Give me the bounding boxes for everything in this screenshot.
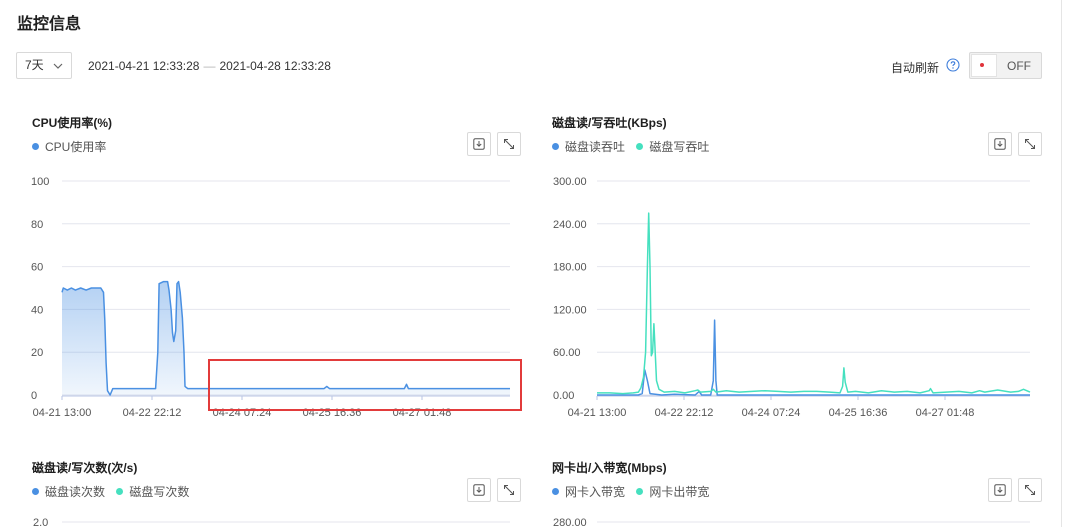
- y-tick-label: 2.0: [33, 517, 48, 527]
- y-tick-label: 60: [31, 262, 43, 274]
- panel-title: 磁盘读/写次数(次/s): [32, 461, 138, 475]
- fullscreen-button[interactable]: [497, 478, 521, 502]
- download-icon: [473, 484, 485, 496]
- chevron-down-icon: [53, 63, 63, 69]
- legend-dot: [116, 488, 124, 495]
- time-range-end: 2021-04-28 12:33:28: [219, 59, 331, 73]
- expand-icon: [1025, 139, 1035, 149]
- legend-dot: [32, 488, 39, 495]
- x-tick-label: 04-25 16:36: [829, 407, 888, 419]
- legend-item[interactable]: 网卡入带宽: [552, 483, 625, 500]
- download-icon: [473, 138, 485, 150]
- toggle-state-label: OFF: [1007, 59, 1031, 73]
- y-tick-label: 40: [31, 304, 43, 316]
- download-button[interactable]: [988, 132, 1012, 156]
- legend-dot: [636, 143, 644, 150]
- expand-icon: [1025, 485, 1035, 495]
- fullscreen-button[interactable]: [497, 132, 521, 156]
- chart-legend: 磁盘读次数 磁盘写次数: [32, 483, 197, 500]
- y-tick-label: 0.00: [553, 390, 574, 402]
- panel-title: CPU使用率(%): [32, 116, 112, 130]
- download-button[interactable]: [467, 132, 491, 156]
- panel-title: 磁盘读/写吞吐(KBps): [552, 116, 667, 130]
- time-range-select[interactable]: 7天: [16, 52, 72, 79]
- download-icon: [994, 138, 1006, 150]
- y-tick-label: 180.00: [553, 262, 587, 274]
- y-tick-label: 280.00: [553, 517, 587, 527]
- y-tick-label: 80: [31, 219, 43, 231]
- disk-iops-chart: 2.0: [33, 517, 510, 527]
- x-tick-label: 04-27 01:48: [916, 407, 975, 419]
- chart-legend: 网卡入带宽 网卡出带宽: [552, 483, 717, 500]
- x-tick-label: 04-21 13:00: [33, 407, 92, 419]
- legend-label: 磁盘写吞吐: [649, 140, 710, 154]
- legend-label: 磁盘读吞吐: [565, 140, 626, 154]
- chart-legend: 磁盘读吞吐 磁盘写吞吐: [552, 138, 717, 155]
- chart-legend: CPU使用率: [32, 138, 114, 155]
- legend-item[interactable]: 磁盘写次数: [116, 483, 189, 500]
- download-button[interactable]: [467, 478, 491, 502]
- legend-item[interactable]: 磁盘读次数: [32, 483, 105, 500]
- legend-label: 网卡出带宽: [649, 485, 710, 499]
- legend-label: 磁盘写次数: [129, 485, 190, 499]
- legend-item[interactable]: 磁盘写吞吐: [636, 138, 709, 155]
- y-tick-label: 0: [31, 390, 37, 402]
- highlight-annotation-box: [208, 359, 522, 411]
- help-icon[interactable]: [946, 58, 960, 72]
- legend-item[interactable]: CPU使用率: [32, 138, 106, 155]
- y-tick-label: 20: [31, 347, 43, 359]
- legend-item[interactable]: 磁盘读吞吐: [552, 138, 625, 155]
- expand-icon: [504, 139, 514, 149]
- legend-label: 网卡入带宽: [565, 485, 626, 499]
- legend-dot: [32, 143, 39, 150]
- legend-dot: [552, 488, 559, 495]
- y-tick-label: 120.00: [553, 304, 587, 316]
- legend-label: 磁盘读次数: [45, 485, 106, 499]
- series-line-primary: [597, 319, 1030, 396]
- expand-icon: [504, 485, 514, 495]
- y-tick-label: 240.00: [553, 219, 587, 231]
- download-button[interactable]: [988, 478, 1012, 502]
- series-line-secondary: [597, 212, 1031, 395]
- y-tick-label: 300.00: [553, 176, 587, 188]
- page-right-border: [1061, 0, 1062, 527]
- time-range-text: 2021-04-21 12:33:28—2021-04-28 12:33:28: [88, 59, 331, 73]
- x-tick-label: 04-21 13:00: [568, 407, 627, 419]
- x-tick-label: 04-24 07:24: [742, 407, 801, 419]
- legend-dot: [636, 488, 644, 495]
- page-title: 监控信息: [17, 16, 82, 33]
- auto-refresh-label: 自动刷新: [891, 61, 940, 75]
- panel-title: 网卡出/入带宽(Mbps): [552, 461, 667, 475]
- legend-dot: [552, 143, 559, 150]
- fullscreen-button[interactable]: [1018, 132, 1042, 156]
- fullscreen-button[interactable]: [1018, 478, 1042, 502]
- nic-bandwidth-chart: 280.00: [553, 517, 1030, 527]
- disk-throughput-chart: 300.00 240.00 180.00 120.00 60.00 0.00 04-21 1…: [553, 176, 1031, 419]
- time-range-select-value: 7天: [25, 58, 44, 72]
- toggle-indicator-dot: [980, 63, 984, 67]
- y-tick-label: 60.00: [553, 347, 581, 359]
- legend-label: CPU使用率: [45, 140, 107, 154]
- toggle-knob: [971, 54, 997, 77]
- auto-refresh-toggle[interactable]: OFF: [969, 52, 1042, 79]
- x-tick-label: 04-22 22:12: [655, 407, 714, 419]
- y-tick-label: 100: [31, 176, 49, 188]
- legend-item[interactable]: 网卡出带宽: [636, 483, 709, 500]
- time-range-start: 2021-04-21 12:33:28: [88, 59, 200, 73]
- x-tick-label: 04-22 22:12: [123, 407, 182, 419]
- download-icon: [994, 484, 1006, 496]
- time-range-separator: —: [203, 59, 216, 73]
